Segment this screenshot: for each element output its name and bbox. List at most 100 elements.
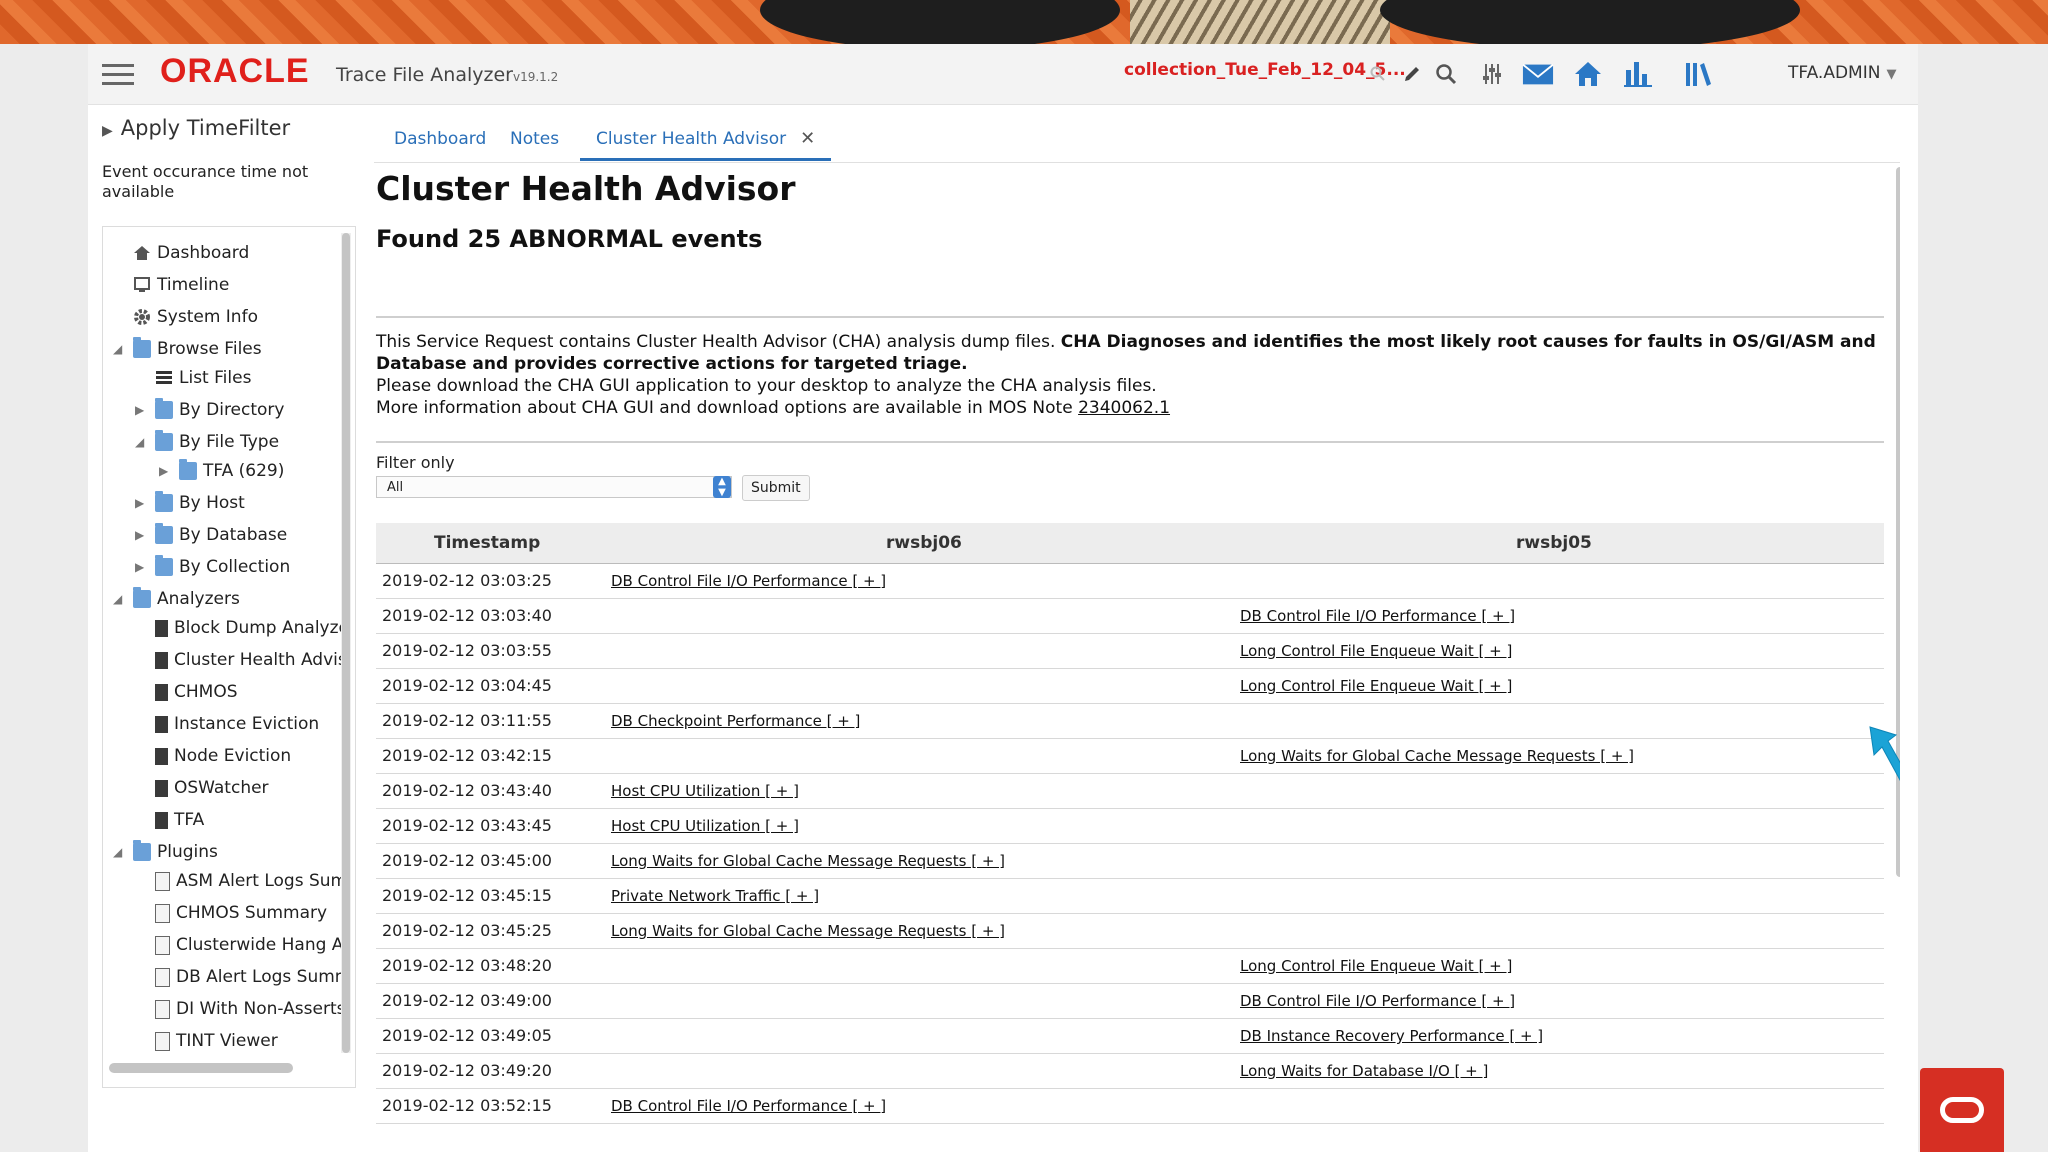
user-menu[interactable]: TFA.ADMIN ▼ — [1788, 63, 1896, 83]
tab-cluster-health-advisor[interactable]: Cluster Health Advisor ✕ — [580, 124, 832, 161]
event-link[interactable]: Host CPU Utilization [ + ] — [611, 782, 799, 800]
tab-dashboard[interactable]: Dashboard — [394, 124, 486, 158]
expand-arrow-icon[interactable]: ▶ — [135, 496, 144, 510]
nav-block-dump-analyzer[interactable]: Block Dump Analyze — [155, 616, 349, 640]
bar-chart-icon[interactable] — [1622, 58, 1654, 90]
nav-timeline[interactable]: Timeline — [133, 273, 229, 297]
event-link[interactable]: Long Waits for Global Cache Message Requ… — [611, 922, 1005, 940]
nav-label: List Files — [179, 368, 252, 388]
nav-by-file-type[interactable]: ◢ By File Type — [135, 430, 279, 454]
nav-by-host[interactable]: ▶ By Host — [135, 491, 245, 515]
expand-arrow-icon[interactable]: ▶ — [135, 403, 144, 417]
table-row: 2019-02-12 03:03:55 Long Control File Enq… — [376, 634, 1884, 669]
nav-db-alert-logs[interactable]: DB Alert Logs Summ — [155, 965, 351, 989]
nav-asm-alert-logs[interactable]: ASM Alert Logs Sum — [155, 869, 347, 893]
event-link[interactable]: Host CPU Utilization [ + ] — [611, 817, 799, 835]
nav-chmos[interactable]: CHMOS — [155, 680, 238, 704]
nav-cluster-health-advisor[interactable]: Cluster Health Advis — [155, 648, 347, 672]
filter-select[interactable]: All ▲ ▼ — [376, 476, 732, 498]
nav-label: Browse Files — [157, 339, 262, 359]
nav-chmos-summary[interactable]: CHMOS Summary — [155, 901, 327, 925]
report-icon — [155, 779, 168, 797]
library-icon[interactable] — [1682, 58, 1714, 90]
sliders-icon[interactable] — [1476, 58, 1508, 90]
menu-icon[interactable] — [102, 60, 134, 86]
nav-tfa-analyzer[interactable]: TFA — [155, 808, 204, 832]
tab-notes[interactable]: Notes — [510, 124, 559, 158]
nav-browse-files[interactable]: ◢ Browse Files — [113, 337, 262, 361]
search-icon[interactable] — [1362, 58, 1394, 90]
divider — [376, 441, 1884, 443]
folder-icon — [155, 491, 173, 512]
nav-label: Analyzers — [157, 589, 240, 609]
expand-arrow-icon[interactable]: ▶ — [159, 464, 168, 478]
nav-tfa-files[interactable]: ▶ TFA (629) — [159, 459, 284, 483]
expand-arrow-icon[interactable]: ▶ — [135, 528, 144, 542]
event-link[interactable]: Long Control File Enqueue Wait [ + ] — [1240, 957, 1512, 975]
nav-tint-viewer[interactable]: TINT Viewer — [155, 1029, 278, 1053]
nav-by-database[interactable]: ▶ By Database — [135, 523, 287, 547]
document-icon — [155, 1031, 170, 1051]
filter-label: Filter only — [376, 453, 455, 472]
event-link[interactable]: Long Waits for Global Cache Message Requ… — [611, 852, 1005, 870]
banner-pattern — [1130, 0, 1390, 44]
scrollbar-thumb[interactable] — [342, 233, 350, 1053]
nav-dashboard[interactable]: Dashboard — [133, 241, 249, 265]
submit-button[interactable]: Submit — [742, 475, 810, 501]
timestamp-cell: 2019-02-12 03:42:15 — [382, 746, 552, 765]
event-link[interactable]: DB Instance Recovery Performance [ + ] — [1240, 1027, 1543, 1045]
column-header-rwsbj06: rwsbj06 — [886, 533, 962, 553]
time-filter-toggle[interactable]: ▶ Apply TimeFilter — [102, 116, 290, 140]
mail-icon[interactable] — [1522, 58, 1554, 90]
nav-clusterwide-hang[interactable]: Clusterwide Hang Ar — [155, 933, 350, 957]
folder-icon — [155, 398, 173, 419]
nav-label: By File Type — [179, 432, 280, 452]
table-row: 2019-02-12 03:11:55 DB Checkpoint Perform… — [376, 704, 1884, 739]
collapse-arrow-icon[interactable]: ◢ — [113, 845, 122, 859]
event-link[interactable]: DB Control File I/O Performance [ + ] — [1240, 992, 1515, 1010]
nav-di-non-asserts[interactable]: DI With Non-Asserts — [155, 997, 345, 1021]
close-icon[interactable]: ✕ — [800, 128, 815, 149]
collapse-arrow-icon[interactable]: ◢ — [113, 342, 122, 356]
event-link[interactable]: Long Waits for Database I/O [ + ] — [1240, 1062, 1488, 1080]
timestamp-cell: 2019-02-12 03:49:00 — [382, 991, 552, 1010]
document-icon — [155, 999, 170, 1019]
expand-arrow-icon[interactable]: ▶ — [135, 560, 144, 574]
description-more-info: More information about CHA GUI and downl… — [376, 398, 1079, 418]
oracle-mark-icon — [1940, 1097, 1984, 1123]
sidebar-vertical-scrollbar[interactable] — [341, 233, 351, 1053]
event-link[interactable]: Private Network Traffic [ + ] — [611, 887, 819, 905]
nav-by-directory[interactable]: ▶ By Directory — [135, 398, 284, 422]
home-icon[interactable] — [1572, 58, 1604, 90]
mos-note-link[interactable]: 2340062.1 — [1078, 398, 1170, 418]
nav-list-files[interactable]: List Files — [155, 366, 251, 390]
folder-icon — [155, 555, 173, 576]
sidebar-horizontal-scrollbar[interactable] — [109, 1063, 293, 1073]
event-link[interactable]: DB Control File I/O Performance [ + ] — [611, 1097, 886, 1115]
nav-by-collection[interactable]: ▶ By Collection — [135, 555, 290, 579]
collapse-arrow-icon[interactable]: ◢ — [113, 592, 122, 606]
event-link[interactable]: Long Control File Enqueue Wait [ + ] — [1240, 677, 1512, 695]
collapse-arrow-icon[interactable]: ◢ — [135, 435, 144, 449]
nav-node-eviction[interactable]: Node Eviction — [155, 744, 291, 768]
report-icon — [155, 747, 168, 765]
nav-plugins[interactable]: ◢ Plugins — [113, 840, 218, 864]
nav-instance-eviction[interactable]: Instance Eviction — [155, 712, 319, 736]
report-icon — [155, 683, 168, 701]
event-link[interactable]: DB Checkpoint Performance [ + ] — [611, 712, 860, 730]
description-download: Please download the CHA GUI application … — [376, 376, 1157, 396]
table-row: 2019-02-12 03:43:45 Host CPU Utilization … — [376, 809, 1884, 844]
event-link[interactable]: Long Waits for Global Cache Message Requ… — [1240, 747, 1634, 765]
magnifier-icon[interactable] — [1430, 58, 1462, 90]
event-link[interactable]: DB Control File I/O Performance [ + ] — [1240, 607, 1515, 625]
event-link[interactable]: Long Control File Enqueue Wait [ + ] — [1240, 642, 1512, 660]
nav-system-info[interactable]: System Info — [133, 305, 258, 329]
pencil-icon[interactable] — [1396, 58, 1428, 90]
nav-oswatcher[interactable]: OSWatcher — [155, 776, 269, 800]
table-row: 2019-02-12 03:45:25 Long Waits for Global… — [376, 914, 1884, 949]
event-link[interactable]: DB Control File I/O Performance [ + ] — [611, 572, 886, 590]
nav-label: DB Alert Logs Summ — [176, 967, 352, 987]
product-name: Trace File Analyzerv19.1.2 — [336, 64, 558, 86]
nav-analyzers[interactable]: ◢ Analyzers — [113, 587, 240, 611]
folder-icon — [133, 337, 151, 358]
